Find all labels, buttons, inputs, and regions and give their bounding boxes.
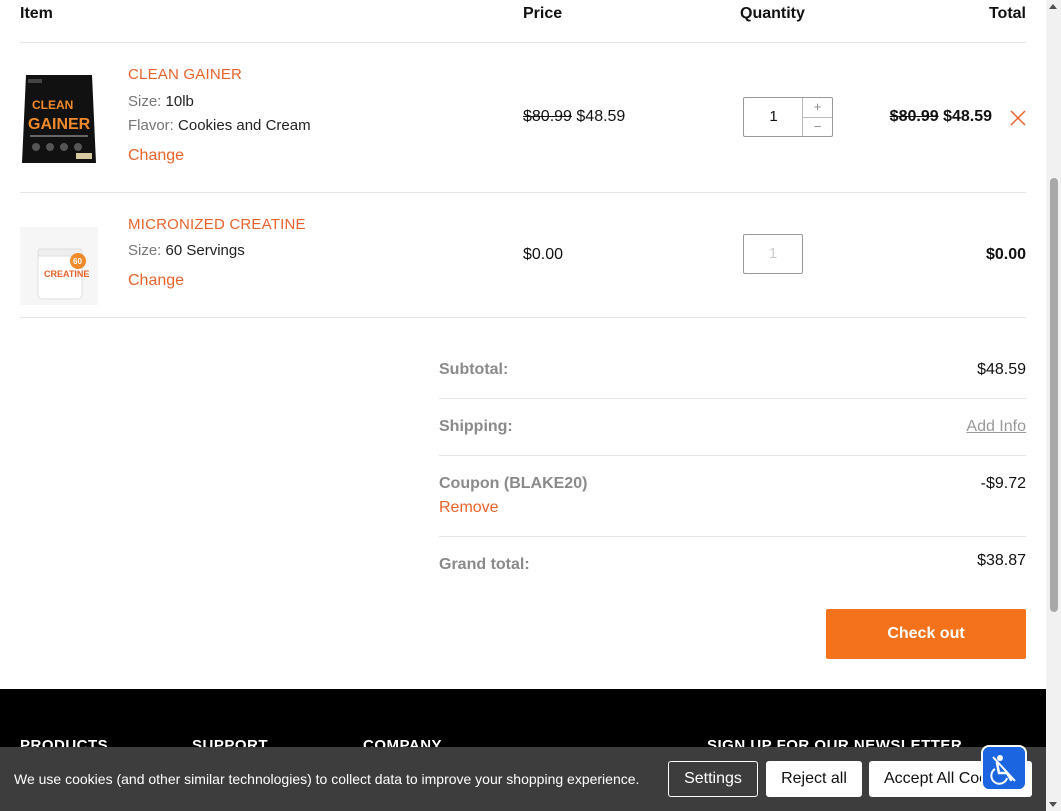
product-name[interactable]: CLEAN GAINER xyxy=(128,66,242,83)
item-price: $80.99 $48.59 xyxy=(523,108,626,125)
grand-total-row: Grand total: $38.87 xyxy=(439,537,1026,597)
accessibility-button[interactable] xyxy=(981,745,1027,791)
quantity-input[interactable]: 1 xyxy=(744,235,802,273)
order-summary: Subtotal: $48.59 Shipping: Add Info Coup… xyxy=(439,340,1026,597)
cookie-settings-button[interactable]: Settings xyxy=(668,761,758,797)
svg-text:CREATINE: CREATINE xyxy=(44,269,89,279)
quantity-input[interactable]: 1 xyxy=(744,98,803,136)
cookie-text: We use cookies (and other similar techno… xyxy=(14,771,640,787)
reject-all-button[interactable]: Reject all xyxy=(766,761,862,797)
header-item: Item xyxy=(20,5,53,22)
change-link[interactable]: Change xyxy=(128,147,184,165)
svg-text:60: 60 xyxy=(73,257,82,266)
item-total: $80.99 $48.59 xyxy=(889,108,992,125)
grand-total-value: $38.87 xyxy=(977,552,1026,569)
quantity-input-box[interactable]: 1 xyxy=(743,234,803,274)
cart-table-header: Item Price Quantity Total xyxy=(20,0,1026,43)
page-scrollbar[interactable] xyxy=(1046,0,1061,811)
coupon-value: -$9.72 xyxy=(980,475,1026,492)
quantity-stepper[interactable]: 1 + − xyxy=(743,97,833,137)
cart-row: CLEAN GAINER CLEAN GAINER Size: 10lb Fla… xyxy=(20,43,1026,193)
header-total: Total xyxy=(988,5,1026,22)
remove-coupon-link[interactable]: Remove xyxy=(439,499,1026,517)
header-quantity: Quantity xyxy=(740,5,805,22)
subtotal-row: Subtotal: $48.59 xyxy=(439,340,1026,399)
shipping-label: Shipping: xyxy=(439,418,513,435)
product-bag-image: CLEAN GAINER xyxy=(22,75,96,163)
item-total: $0.00 xyxy=(985,246,1026,263)
coupon-label: Coupon (BLAKE20) xyxy=(439,475,588,492)
accessibility-icon xyxy=(990,755,1016,785)
product-flavor: Flavor: Cookies and Cream xyxy=(128,117,311,134)
subtotal-value: $48.59 xyxy=(977,361,1026,378)
product-name[interactable]: MICRONIZED CREATINE xyxy=(128,216,306,233)
subtotal-label: Subtotal: xyxy=(439,361,509,378)
svg-text:GAINER: GAINER xyxy=(28,116,91,133)
scrollbar-thumb[interactable] xyxy=(1050,178,1058,612)
item-price: $0.00 xyxy=(523,246,564,263)
cart-page: Item Price Quantity Total CLEAN GAINER C… xyxy=(0,0,1046,811)
product-size: Size: 60 Servings xyxy=(128,242,245,259)
increment-button[interactable]: + xyxy=(803,98,832,117)
close-icon[interactable] xyxy=(1010,110,1026,126)
shipping-row: Shipping: Add Info xyxy=(439,399,1026,456)
scroll-down-icon[interactable] xyxy=(1049,802,1057,807)
cookie-banner: We use cookies (and other similar techno… xyxy=(0,747,1046,811)
cart-row: CREATINE 60 MICRONIZED CREATINE Size: 60… xyxy=(20,193,1026,318)
change-link[interactable]: Change xyxy=(128,272,184,290)
svg-text:CLEAN: CLEAN xyxy=(32,98,73,112)
grand-total-label: Grand total: xyxy=(439,556,530,573)
product-size: Size: 10lb xyxy=(128,93,194,110)
scroll-up-icon[interactable] xyxy=(1049,4,1057,9)
add-info-link[interactable]: Add Info xyxy=(966,418,1026,436)
decrement-button[interactable]: − xyxy=(803,117,832,136)
coupon-row: Coupon (BLAKE20) Remove -$9.72 xyxy=(439,456,1026,537)
checkout-button[interactable]: Check out xyxy=(826,609,1026,659)
header-price: Price xyxy=(523,5,563,22)
product-tub-image: CREATINE 60 xyxy=(20,227,98,305)
